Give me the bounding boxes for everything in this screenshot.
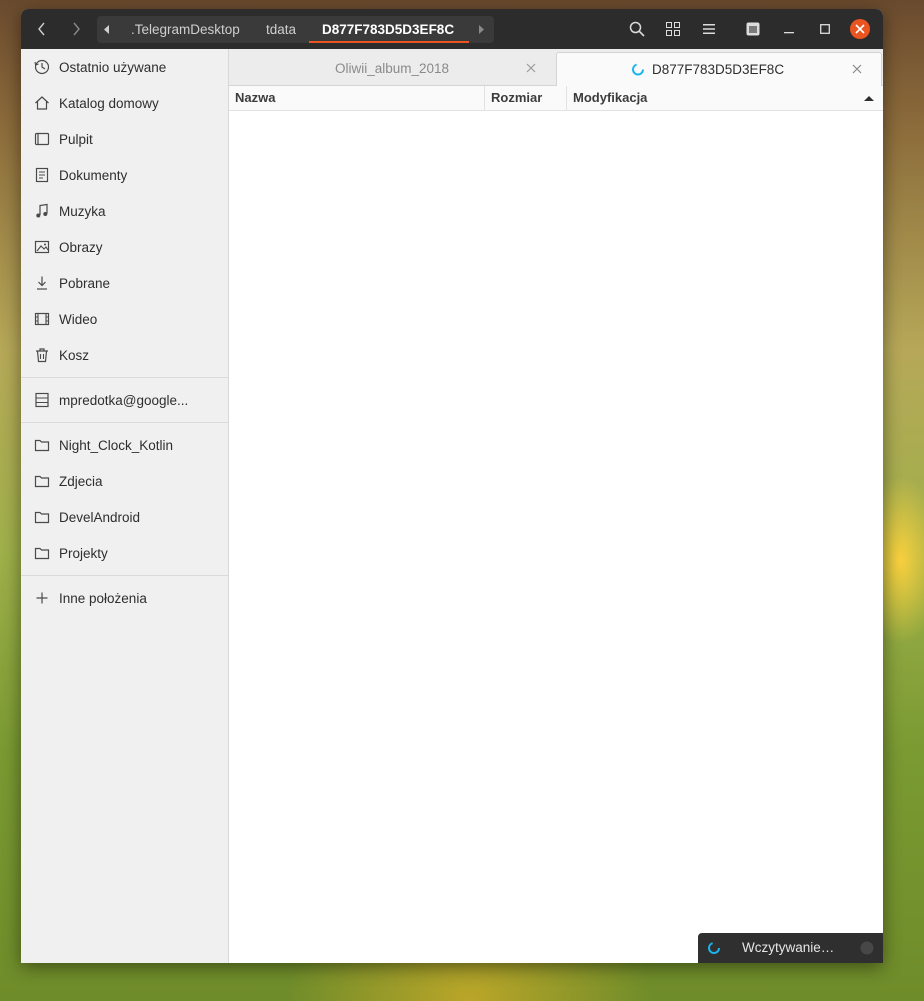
folder-icon: [34, 473, 50, 489]
folder-icon: [34, 509, 50, 525]
clock-icon: [34, 59, 50, 75]
forward-button[interactable]: [61, 16, 91, 42]
sidebar-item-label: Inne położenia: [59, 590, 147, 606]
sidebar-item-documents[interactable]: Dokumenty: [21, 157, 228, 193]
status-label: Wczytywanie…: [742, 940, 835, 955]
plus-icon: [34, 590, 50, 606]
sidebar-item-label: Dokumenty: [59, 167, 128, 183]
sidebar-item-trash[interactable]: Kosz: [21, 337, 228, 373]
maximize-icon: [820, 24, 830, 34]
sidebar-item-videos[interactable]: Wideo: [21, 301, 228, 337]
close-button[interactable]: [850, 19, 870, 39]
video-icon: [34, 311, 50, 327]
path-item-telegramdesktop[interactable]: .TelegramDesktop: [131, 16, 240, 43]
sidebar-item-label: DevelAndroid: [59, 509, 141, 525]
path-bar: .TelegramDesktop tdata D877F783D5D3EF8C: [97, 16, 494, 43]
triangle-left-icon: [104, 25, 109, 34]
triangle-right-icon: [479, 25, 484, 34]
folder-icon: [34, 545, 50, 561]
sidebar-item-label: Pobrane: [59, 275, 111, 291]
view-toggle-button[interactable]: [658, 16, 688, 42]
sidebar-item-label: Obrazy: [59, 239, 103, 255]
chevron-right-icon: [73, 22, 80, 36]
sidebar-item-desktop[interactable]: Pulpit: [21, 121, 228, 157]
column-divider[interactable]: [484, 86, 485, 110]
home-icon: [34, 95, 50, 111]
window-icon: [746, 22, 760, 36]
tab-label: Oliwii_album_2018: [335, 61, 450, 76]
minimize-button[interactable]: [774, 16, 804, 42]
header-bar: .TelegramDesktop tdata D877F783D5D3EF8C: [21, 9, 883, 49]
download-icon: [34, 275, 50, 291]
menu-button[interactable]: [694, 16, 724, 42]
path-item-tdata[interactable]: tdata: [266, 16, 296, 43]
loading-spinner-icon: [707, 941, 721, 958]
grid-view-icon: [666, 22, 680, 36]
tab-oliwii-album[interactable]: Oliwii_album_2018: [229, 52, 555, 85]
sidebar-item-label: mpredotka@google...: [59, 392, 189, 408]
column-divider[interactable]: [566, 86, 567, 110]
sidebar-item-home[interactable]: Katalog domowy: [21, 85, 228, 121]
tab-bar: Oliwii_album_2018 D877F783D5D3EF8C: [229, 49, 883, 86]
path-scroll-right-button[interactable]: [477, 16, 489, 43]
path-current-indicator: [309, 41, 469, 43]
column-header-row: Nazwa Rozmiar Modyfikacja: [229, 86, 883, 111]
sidebar-item-label: Zdjecia: [59, 473, 103, 489]
app-indicator-button[interactable]: [738, 16, 768, 42]
search-icon: [629, 21, 645, 37]
file-list-area[interactable]: [229, 111, 883, 963]
path-item-current[interactable]: D877F783D5D3EF8C: [322, 16, 454, 43]
sidebar-item-label: Kosz: [59, 347, 90, 363]
sidebar-separator: [21, 377, 228, 378]
sort-ascending-icon: [863, 86, 875, 110]
desktop-icon: [34, 131, 50, 147]
sidebar-item-label: Ostatnio używane: [59, 59, 167, 75]
minimize-icon: [784, 32, 794, 34]
stop-icon: [860, 941, 874, 955]
column-header-size[interactable]: Rozmiar: [491, 86, 542, 110]
sidebar-item-zdjecia[interactable]: Zdjecia: [21, 463, 228, 499]
sidebar-item-develandroid[interactable]: DevelAndroid: [21, 499, 228, 535]
maximize-button[interactable]: [810, 16, 840, 42]
sidebar-item-label: Projekty: [59, 545, 108, 561]
column-header-name[interactable]: Nazwa: [235, 86, 275, 110]
sidebar-separator: [21, 575, 228, 576]
folder-icon: [34, 437, 50, 453]
stop-loading-button[interactable]: [860, 941, 874, 958]
sidebar-item-label: Wideo: [59, 311, 98, 327]
sidebar-item-downloads[interactable]: Pobrane: [21, 265, 228, 301]
chevron-left-icon: [38, 22, 45, 36]
sidebar-item-label: Muzyka: [59, 203, 106, 219]
hamburger-menu-icon: [703, 24, 715, 34]
close-icon: [855, 24, 865, 34]
sidebar-item-pictures[interactable]: Obrazy: [21, 229, 228, 265]
sidebar-item-network-account[interactable]: mpredotka@google...: [21, 382, 228, 418]
file-manager-window: .TelegramDesktop tdata D877F783D5D3EF8C: [21, 9, 883, 963]
document-icon: [34, 167, 50, 183]
sidebar-item-label: Pulpit: [59, 131, 93, 147]
search-button[interactable]: [622, 16, 652, 42]
tab-current-folder[interactable]: D877F783D5D3EF8C: [556, 52, 882, 86]
sidebar: Ostatnio używane Katalog domowy Pulpit D…: [21, 49, 229, 963]
loading-status-bar: Wczytywanie…: [698, 933, 883, 963]
column-header-modified[interactable]: Modyfikacja: [573, 86, 647, 110]
path-scroll-left-button[interactable]: [103, 16, 115, 43]
sidebar-item-night-clock-kotlin[interactable]: Night_Clock_Kotlin: [21, 427, 228, 463]
sidebar-item-label: Night_Clock_Kotlin: [59, 437, 174, 453]
back-button[interactable]: [27, 16, 57, 42]
trash-icon: [34, 347, 50, 363]
sidebar-item-music[interactable]: Muzyka: [21, 193, 228, 229]
sidebar-item-recent[interactable]: Ostatnio używane: [21, 49, 228, 85]
network-drive-icon: [34, 392, 50, 408]
close-icon: [852, 64, 862, 74]
image-icon: [34, 239, 50, 255]
sidebar-item-label: Katalog domowy: [59, 95, 159, 111]
sidebar-item-projekty[interactable]: Projekty: [21, 535, 228, 571]
close-icon: [526, 63, 536, 73]
sidebar-item-other-locations[interactable]: Inne położenia: [21, 580, 228, 616]
sidebar-separator: [21, 422, 228, 423]
tab-label: D877F783D5D3EF8C: [652, 62, 785, 77]
music-icon: [34, 203, 50, 219]
